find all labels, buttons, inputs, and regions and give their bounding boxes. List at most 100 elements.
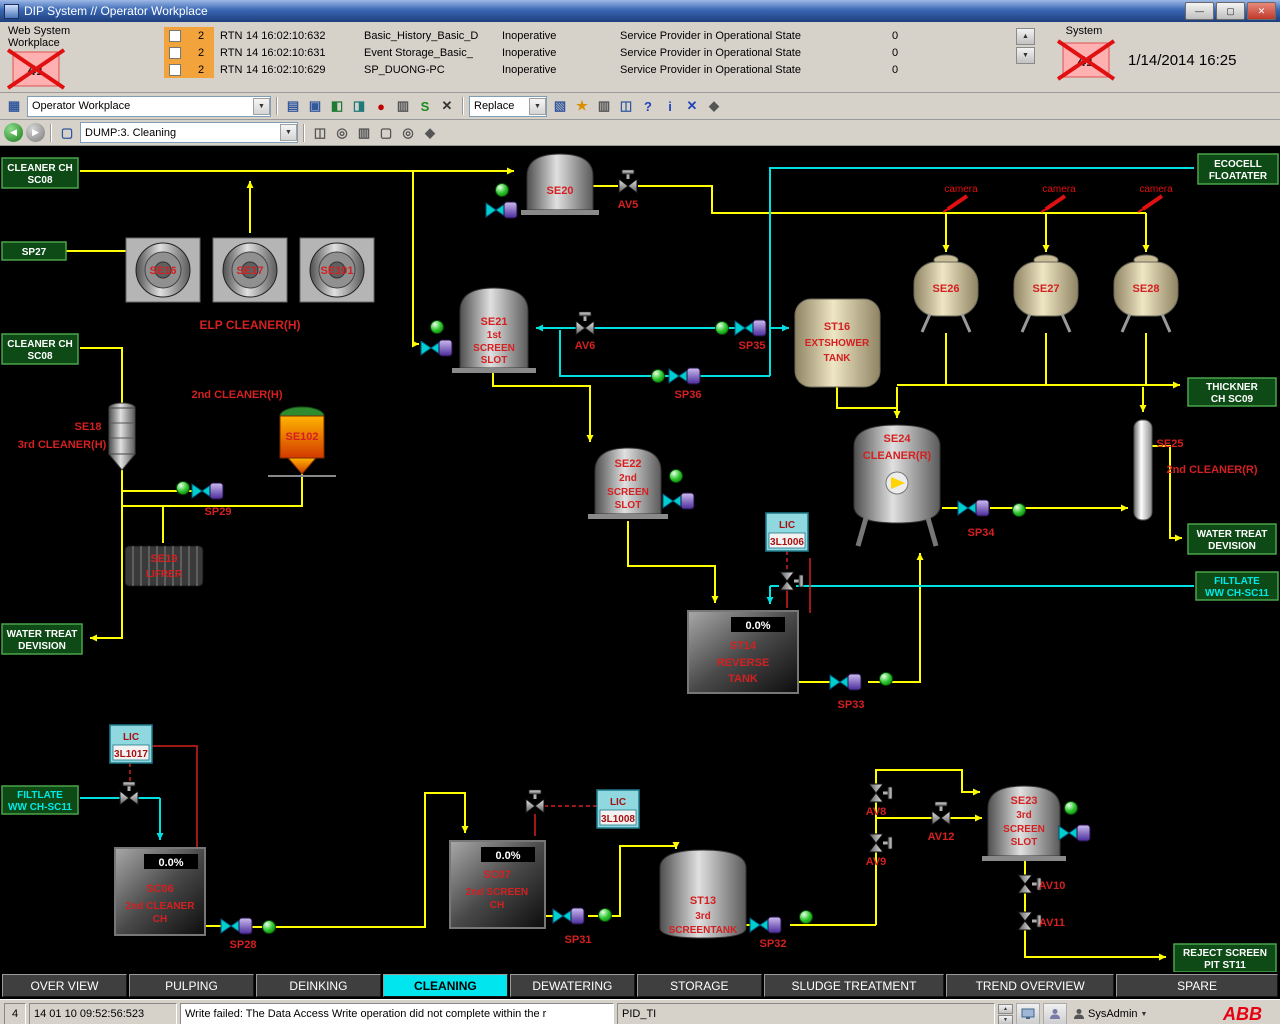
web-workplace-disconnected-icon[interactable]: 41 (6, 48, 66, 90)
pin-icon[interactable]: ◆ (420, 123, 440, 143)
io-cleaner-ch-sc08-top[interactable]: CLEANER CH SC08 (2, 158, 78, 188)
user-selector[interactable]: SysAdmin ▼ (1070, 1004, 1150, 1024)
tab-dewatering[interactable]: DEWATERING (510, 974, 635, 997)
tank-se22[interactable]: SE22 2nd SCREEN SLOT (588, 448, 668, 519)
chart-icon[interactable]: ▧ (550, 96, 570, 116)
alarm-list-icon[interactable]: ● (371, 96, 391, 116)
tank-sc07[interactable]: 0.0% SC07 2nd SCREEN CH (450, 841, 545, 928)
io-ecocell-floatater[interactable]: ECOCELL FLOATATER (1198, 154, 1278, 184)
replace-combobox[interactable]: Replace ▼ (469, 96, 547, 117)
cleaner-se17[interactable]: SE17 (213, 238, 287, 302)
scroll-up-icon[interactable]: ▲ (1016, 28, 1035, 45)
help-icon[interactable]: ? (638, 96, 658, 116)
se17-label: SE17 (237, 265, 264, 277)
printer-icon[interactable]: ▥ (393, 96, 413, 116)
display-green-icon[interactable]: ◧ (327, 96, 347, 116)
system-disconnected-icon[interactable]: 41 (1056, 39, 1116, 81)
tab-over-view[interactable]: OVER VIEW (2, 974, 127, 997)
minimize-button[interactable]: — (1185, 2, 1214, 20)
sfc-icon[interactable]: S (415, 96, 435, 116)
apps-icon[interactable]: ▤ (283, 96, 303, 116)
tab-cleaning[interactable]: CLEANING (383, 974, 508, 997)
io-cleaner-ch-sc08-mid[interactable]: CLEANER CH SC08 (2, 334, 78, 364)
instrument-lic-3l1008[interactable]: LIC 3L1008 (597, 790, 639, 828)
alarm-ack-checkbox[interactable] (164, 61, 188, 78)
back-button[interactable]: ◀ (4, 123, 23, 142)
cut-icon[interactable]: ✕ (437, 96, 457, 116)
instrument-lic-3l1006[interactable]: LIC 3L1006 (766, 513, 808, 551)
zoom-icon[interactable]: ◎ (398, 123, 418, 143)
tank-sc06[interactable]: 0.0% SC06 2nd CLEANER CH (115, 848, 205, 935)
io-reject-screen-pit[interactable]: REJECT SCREEN PIT ST11 (1174, 944, 1276, 972)
alarm-row[interactable]: 2RTN14 16:02:10:629SP_DUONG-PCInoperativ… (164, 61, 964, 78)
tab-spare[interactable]: SPARE (1116, 974, 1278, 997)
page-icon[interactable]: ◫ (310, 123, 330, 143)
tab-sludge-treatment[interactable]: SLUDGE TREATMENT (764, 974, 944, 997)
favorites-icon[interactable]: ★ (572, 96, 592, 116)
close-button[interactable]: ✕ (1247, 2, 1276, 20)
tab-storage[interactable]: STORAGE (637, 974, 762, 997)
se101-label: SE101 (320, 265, 353, 277)
alarm-ack-checkbox[interactable] (164, 27, 188, 44)
tab-pulping[interactable]: PULPING (129, 974, 254, 997)
lifter-se19[interactable]: SE19 LIFRER (125, 546, 203, 586)
tank-st13[interactable]: ST13 3rd SCREENTANK (660, 850, 746, 938)
monitor-icon[interactable]: ▢ (57, 123, 77, 143)
io-filtlate-right[interactable]: FILTLATE WW CH-SC11 (1196, 572, 1278, 600)
scroll-down-icon[interactable]: ▼ (1016, 47, 1035, 64)
window-icon[interactable]: ▢ (376, 123, 396, 143)
instrument-lic-3l1017[interactable]: LIC 3L1017 (110, 725, 152, 763)
pin-icon[interactable]: ◆ (704, 96, 724, 116)
io-water-treat-left[interactable]: WATER TREAT DEVISION (2, 624, 82, 654)
maximize-button[interactable]: ▢ (1216, 2, 1245, 20)
alarm-cell-value: 0 (892, 47, 928, 59)
chevron-down-icon[interactable]: ▼ (280, 124, 297, 141)
info-icon[interactable]: i (660, 96, 680, 116)
tank-st14[interactable]: 0.0% ST14 REVERSE TANK (688, 611, 798, 693)
network-status-icon[interactable] (1016, 1003, 1040, 1024)
print-icon[interactable]: ▥ (354, 123, 374, 143)
print-icon[interactable]: ▥ (594, 96, 614, 116)
chevron-down-icon[interactable]: ▼ (253, 98, 270, 115)
se28-label: SE28 (1133, 283, 1160, 295)
tree-view-icon[interactable]: ▣ (305, 96, 325, 116)
cleaner-se16[interactable]: SE16 (126, 238, 200, 302)
io-sp27[interactable]: SP27 (2, 242, 66, 260)
display-teal-icon[interactable]: ◨ (349, 96, 369, 116)
close-view-icon[interactable]: ✕ (682, 96, 702, 116)
io-water-treat-right[interactable]: WATER TREAT DEVISION (1188, 524, 1276, 554)
workplace-combobox[interactable]: Operator Workplace ▼ (27, 96, 271, 117)
spin-down-icon[interactable]: ▼ (998, 1015, 1013, 1024)
tank-st16[interactable]: ST16 EXTSHOWER TANK (795, 299, 880, 387)
export-icon[interactable]: ◫ (616, 96, 636, 116)
tab-deinking[interactable]: DEINKING (256, 974, 381, 997)
camera-1-label: camera (944, 184, 978, 195)
tank-se21[interactable]: SE21 1st SCREEN SLOT (452, 288, 536, 373)
alarm-cell-type: RTN (214, 30, 246, 42)
chevron-down-icon[interactable]: ▼ (1141, 1011, 1148, 1018)
tank-se20[interactable]: SE20 (521, 154, 599, 215)
st14-line3: TANK (728, 673, 758, 685)
workplace-icon[interactable]: ▦ (4, 96, 24, 116)
tab-trend-overview[interactable]: TREND OVERVIEW (946, 974, 1114, 997)
st16-line2: EXTSHOWER (805, 338, 870, 349)
user-status-icon[interactable] (1043, 1003, 1067, 1024)
io-filtlate-left[interactable]: FILTLATE WW CH-SC11 (2, 786, 78, 814)
chevron-down-icon[interactable]: ▼ (529, 98, 546, 115)
status-led-sp32 (800, 911, 813, 924)
search-icon[interactable]: ◎ (332, 123, 352, 143)
io-label: REJECT SCREEN (1183, 948, 1267, 959)
app-icon (4, 4, 19, 19)
forward-button[interactable]: ▶ (26, 123, 45, 142)
address-combobox[interactable]: DUMP:3. Cleaning ▼ (80, 122, 298, 143)
tank-se25[interactable] (1134, 420, 1152, 520)
person-icon (1073, 1008, 1085, 1020)
alarm-ack-checkbox[interactable] (164, 44, 188, 61)
io-thickner-ch-sc09[interactable]: THICKNER CH SC09 (1188, 378, 1276, 406)
spin-up-icon[interactable]: ▲ (998, 1004, 1013, 1014)
cleaner-se101[interactable]: SE101 (300, 238, 374, 302)
alarm-row[interactable]: 2RTN14 16:02:10:631Event Storage_Basic_I… (164, 44, 964, 61)
tank-se23[interactable]: SE23 3rd SCREEN SLOT (982, 786, 1066, 861)
alarm-row[interactable]: 2RTN14 16:02:10:632Basic_History_Basic_D… (164, 27, 964, 44)
io-label: CH SC09 (1211, 394, 1254, 405)
